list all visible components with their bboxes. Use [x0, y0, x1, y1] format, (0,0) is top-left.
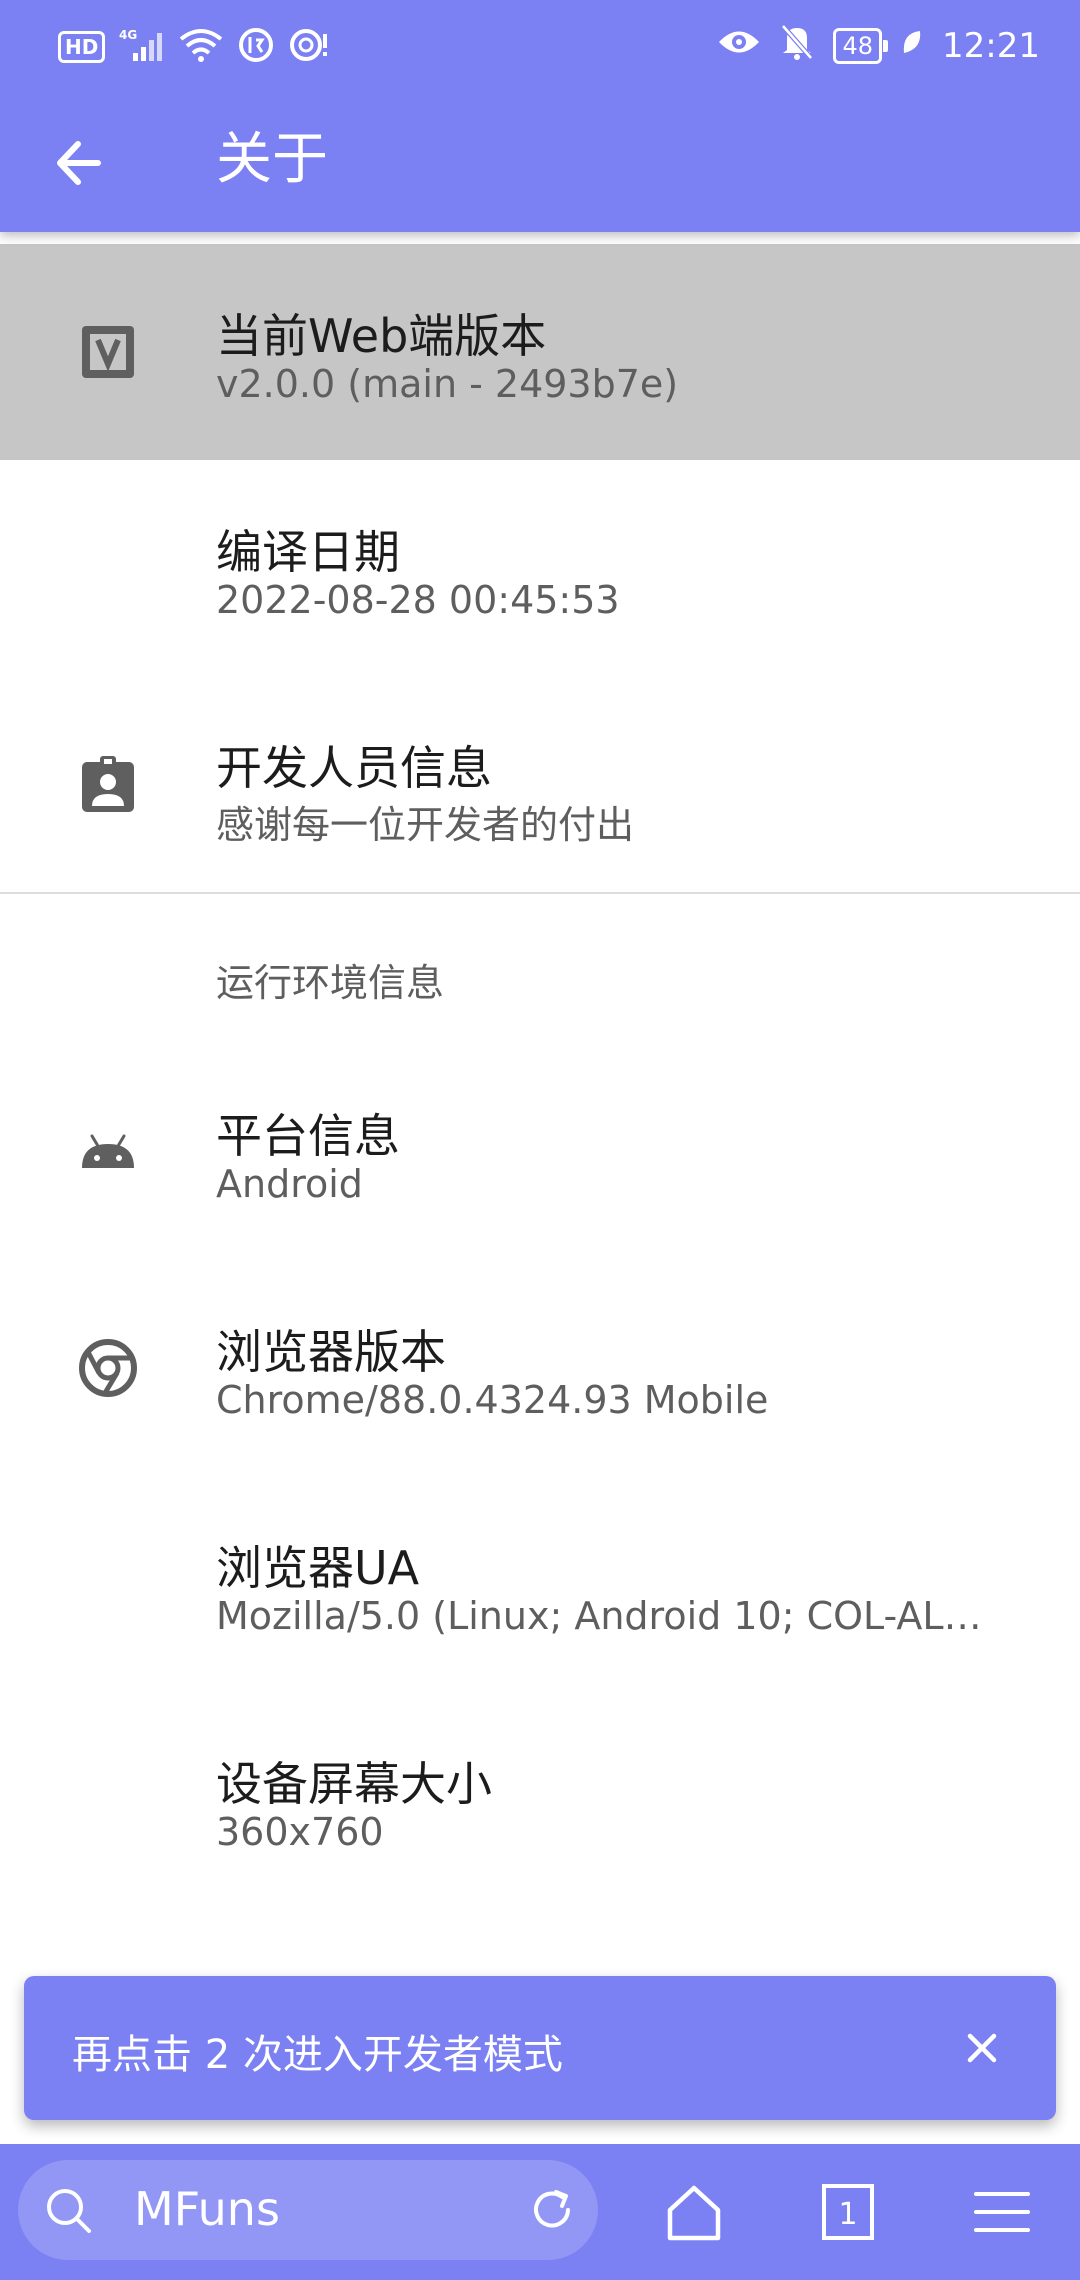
tabs-icon: 1: [822, 2184, 874, 2240]
section-title: 运行环境信息: [216, 961, 445, 1005]
home-icon: [667, 2185, 721, 2241]
list-item-title: 设备屏幕大小: [216, 1757, 492, 1811]
reload-icon[interactable]: [526, 2184, 578, 2236]
list-item-title: 编译日期: [216, 525, 400, 579]
list-item-browser-version[interactable]: 浏览器版本 Chrome/88.0.4324.93 Mobile: [0, 1260, 1080, 1476]
notifications-muted-icon: [779, 22, 815, 69]
status-bar-right: 48 12:21: [717, 22, 1040, 69]
list-item-subtitle: v2.0.0 (main - 2493b7e): [216, 362, 679, 406]
wifi-icon: [179, 27, 223, 67]
menu-button[interactable]: [970, 2180, 1034, 2244]
clock: 12:21: [942, 25, 1040, 66]
list-item-title: 浏览器UA: [216, 1541, 420, 1595]
list-item-build-date[interactable]: 编译日期 2022-08-28 00:45:53: [0, 460, 1080, 676]
battery-indicator: 48: [833, 27, 888, 64]
list-item-web-version[interactable]: 当前Web端版本 v2.0.0 (main - 2493b7e): [0, 244, 1080, 460]
data-saver-icon: [237, 26, 275, 68]
network-type-label: 4G: [119, 28, 137, 42]
list-item-subtitle: 360x760: [216, 1810, 384, 1854]
version-v-icon: [78, 322, 138, 382]
list-item-platform[interactable]: 平台信息 Android: [0, 1044, 1080, 1260]
app-bar: 关于: [0, 90, 1080, 232]
eye-icon: [717, 26, 761, 66]
hd-badge: HD: [58, 31, 106, 63]
tabs-button[interactable]: 1: [816, 2180, 880, 2244]
badge-icon: [78, 754, 138, 814]
menu-icon: [974, 2192, 1030, 2232]
address-text: MFuns: [134, 2182, 280, 2236]
section-header: 运行环境信息: [0, 894, 1080, 1044]
tab-count: 1: [838, 2197, 857, 2232]
snackbar-message: 再点击 2 次进入开发者模式: [72, 2032, 563, 2078]
android-icon: [78, 1122, 138, 1182]
list-item-subtitle: Chrome/88.0.4324.93 Mobile: [216, 1378, 769, 1422]
page-title: 关于: [216, 127, 328, 192]
list-item-screen-size[interactable]: 设备屏幕大小 360x760: [0, 1692, 1080, 1908]
leaf-icon: [900, 26, 924, 66]
back-button[interactable]: [40, 128, 130, 198]
about-list: 当前Web端版本 v2.0.0 (main - 2493b7e) 编译日期 20…: [0, 244, 1080, 2124]
home-button[interactable]: [662, 2180, 726, 2244]
address-bar[interactable]: MFuns: [18, 2160, 598, 2260]
search-icon: [44, 2186, 94, 2236]
bottom-browser-bar: MFuns 1: [0, 2144, 1080, 2280]
list-item-subtitle: Mozilla/5.0 (Linux; Android 10; COL-AL…: [216, 1594, 982, 1638]
list-item-user-agent[interactable]: 浏览器UA Mozilla/5.0 (Linux; Android 10; CO…: [0, 1476, 1080, 1692]
top-bar: HD 4G 48 12:21 关于: [0, 0, 1080, 232]
arrow-left-icon: [57, 141, 101, 185]
list-item-title: 浏览器版本: [216, 1325, 446, 1379]
list-item-developers[interactable]: 开发人员信息 感谢每一位开发者的付出: [0, 676, 1080, 892]
list-item-title: 开发人员信息: [216, 741, 492, 795]
list-item-subtitle: 感谢每一位开发者的付出: [216, 803, 635, 847]
status-bar-left: HD 4G: [58, 26, 329, 68]
list-item-title: 当前Web端版本: [216, 309, 547, 363]
chrome-icon: [78, 1338, 138, 1398]
close-icon: [967, 2033, 997, 2063]
list-item-title: 平台信息: [216, 1109, 400, 1163]
location-target-icon: [289, 26, 329, 68]
status-bar: HD 4G 48 12:21: [0, 0, 1080, 90]
cellular-signal-icon: 4G: [119, 27, 165, 67]
list-item-subtitle: 2022-08-28 00:45:53: [216, 578, 620, 622]
list-item-subtitle: Android: [216, 1162, 363, 1206]
snackbar-close-button[interactable]: [956, 2022, 1008, 2074]
snackbar: 再点击 2 次进入开发者模式: [24, 1976, 1056, 2120]
